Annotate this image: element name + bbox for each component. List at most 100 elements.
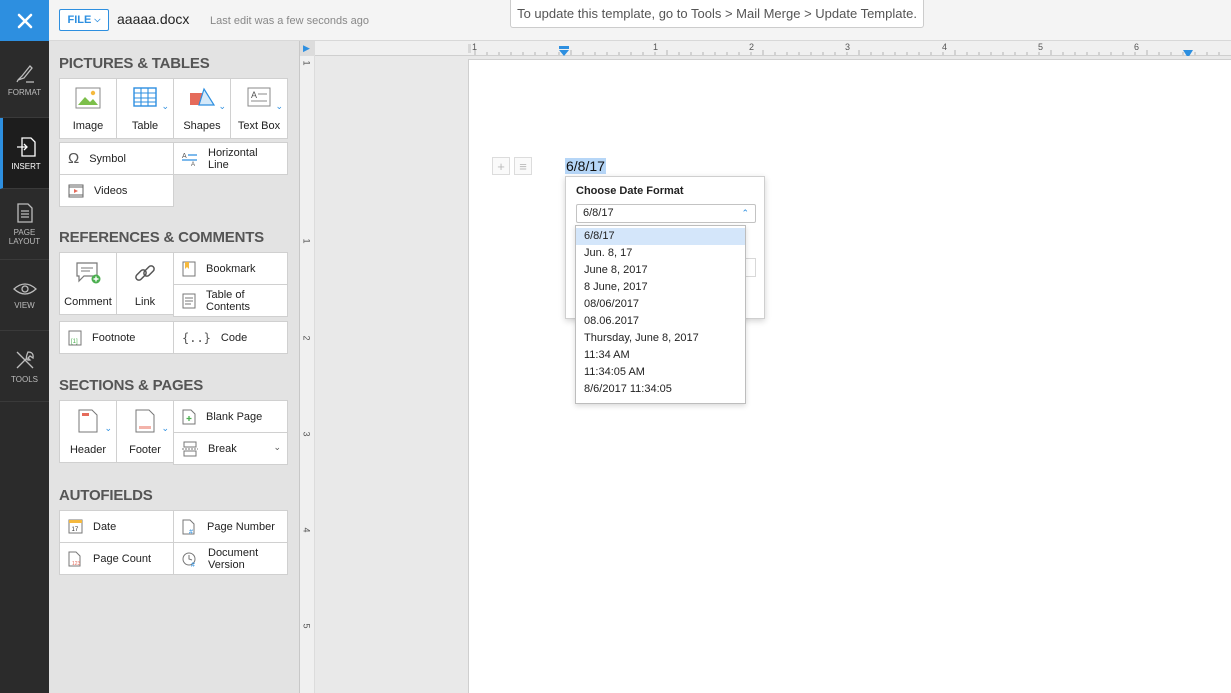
paragraph-menu-icon[interactable]: ≡ [514, 157, 532, 175]
popup-hidden-control [746, 258, 756, 277]
textbox-icon: A [247, 87, 271, 107]
image-icon [75, 87, 101, 109]
date-format-option[interactable]: 8 June, 2017 [576, 279, 745, 296]
rail-page-layout-label: PAGE LAYOUT [8, 228, 41, 246]
insert-page-number-button[interactable]: # Page Number [173, 510, 288, 543]
calendar-icon: 17 [68, 519, 83, 534]
rail-item-view[interactable]: VIEW [0, 260, 49, 331]
insert-toc-button[interactable]: Table of Contents [173, 284, 288, 317]
chevron-down-icon: ⌄ [218, 101, 226, 111]
vertical-ruler[interactable]: 1 1 2 3 4 5 [300, 56, 314, 693]
insert-textbox-button[interactable]: A Text Box ⌄ [230, 78, 288, 139]
insert-footer-button[interactable]: Footer ⌄ [116, 400, 174, 463]
insert-header-button[interactable]: Header ⌄ [59, 400, 117, 463]
code-label: Code [220, 331, 248, 344]
tools-icon [16, 350, 34, 368]
mail-merge-banner: To update this template, go to Tools > M… [510, 0, 924, 28]
rail-item-format[interactable]: FORMAT [0, 41, 49, 118]
insert-document-version-button[interactable]: # Document Version [173, 542, 288, 575]
date-format-select[interactable]: 6/8/17 ⌃ [576, 204, 756, 223]
toc-label-line-1: Table of [206, 288, 245, 301]
videos-label: Videos [94, 184, 128, 197]
omega-icon: Ω [68, 150, 80, 167]
insert-footnote-button[interactable]: [1] Footnote [59, 321, 174, 354]
date-format-option[interactable]: 6/8/17 [576, 228, 745, 245]
file-menu-button[interactable]: FILE ⌵ [59, 9, 109, 31]
rail-item-page-layout[interactable]: PAGE LAYOUT [0, 189, 49, 260]
insert-code-button[interactable]: {..} Code [173, 321, 288, 354]
footer-icon [135, 409, 155, 433]
paragraph-tools: + ≡ [492, 157, 532, 175]
svg-text:#: # [191, 562, 195, 567]
insert-date-button[interactable]: 17 Date [59, 510, 174, 543]
chevron-down-icon: ⌄ [161, 101, 169, 111]
rail-view-label: VIEW [14, 300, 35, 310]
ruler-number: 1 [301, 60, 312, 66]
add-block-icon[interactable]: + [492, 157, 510, 175]
rail-insert-label: INSERT [11, 161, 41, 171]
date-format-option[interactable]: June 8, 2017 [576, 262, 745, 279]
date-format-option[interactable]: 08.06.2017 [576, 313, 745, 330]
footnote-icon: [1] [68, 330, 82, 345]
insert-shapes-button[interactable]: Shapes ⌄ [173, 78, 231, 139]
rail-item-insert[interactable]: INSERT [0, 118, 49, 189]
ruler-toggle-icon[interactable]: ▶ [303, 43, 310, 54]
insert-symbol-button[interactable]: Ω Symbol [59, 142, 174, 175]
document-title[interactable]: aaaaa.docx [117, 11, 189, 27]
inserted-date-field[interactable]: 6/8/17 [565, 158, 606, 174]
ruler-ticks [468, 44, 1220, 55]
ruler-number: 4 [301, 527, 312, 533]
document-version-label-line-1: Document [208, 546, 259, 559]
rail-item-tools[interactable]: TOOLS [0, 331, 49, 402]
insert-image-button[interactable]: Image [59, 78, 117, 139]
ruler-number: 1 [653, 42, 659, 52]
page-number-icon: # [182, 519, 195, 535]
date-format-option[interactable]: 11:34 AM [576, 347, 745, 364]
chevron-down-icon: ⌵ [94, 15, 101, 24]
insert-link-button[interactable]: Link [116, 252, 174, 315]
chevron-down-icon: ⌄ [275, 101, 283, 111]
date-format-option[interactable]: 11:34:05 AM [576, 364, 745, 381]
svg-text:[1]: [1] [71, 339, 78, 345]
date-format-selected: 6/8/17 [583, 207, 614, 219]
link-icon [135, 265, 155, 281]
link-label: Link [134, 296, 156, 308]
toc-label: Table of Contents [206, 289, 250, 313]
bookmark-label: Bookmark [206, 262, 256, 275]
insert-blank-page-button[interactable]: Blank Page [173, 400, 288, 433]
horizontal-line-label-line-2: Line [208, 158, 229, 171]
insert-panel: PICTURES & TABLES Image Table ⌄ Shapes ⌄… [49, 41, 299, 693]
insert-horizontal-line-button[interactable]: AA Horizontal Line [173, 142, 288, 175]
date-format-option[interactable]: 8/6/2017 11:34:05 [576, 381, 745, 398]
date-format-option[interactable]: Thursday, June 8, 2017 [576, 330, 745, 347]
insert-table-button[interactable]: Table ⌄ [116, 78, 174, 139]
horizontal-ruler[interactable]: 1 1 2 3 4 5 6 [315, 41, 1231, 58]
references-comments-heading: REFERENCES & COMMENTS [59, 229, 264, 246]
right-indent-marker[interactable] [1183, 45, 1193, 58]
break-label: Break [208, 442, 237, 455]
date-format-options: 6/8/17 Jun. 8, 17 June 8, 2017 8 June, 2… [575, 225, 746, 404]
footnote-label: Footnote [92, 331, 136, 344]
left-indent-marker[interactable] [559, 43, 569, 56]
insert-bookmark-button[interactable]: Bookmark [173, 252, 288, 285]
page-count-label: Page Count [93, 552, 152, 565]
insert-comment-button[interactable]: Comment [59, 252, 117, 315]
header-label: Header [69, 444, 107, 456]
page-number-label: Page Number [207, 520, 275, 533]
svg-text:17: 17 [72, 527, 79, 533]
insert-videos-button[interactable]: Videos [59, 174, 174, 207]
svg-text:#: # [189, 529, 193, 535]
left-rail: FORMAT INSERT PAGE LAYOUT VIEW TOOLS [0, 0, 49, 693]
horizontal-line-icon: AA [182, 153, 197, 167]
insert-break-button[interactable]: Break ⌄ [173, 432, 288, 465]
insert-page-count-button[interactable]: 123 Page Count [59, 542, 174, 575]
close-button[interactable] [0, 0, 49, 41]
horizontal-line-label-line-1: Horizontal [208, 146, 258, 159]
file-menu-label: FILE [67, 14, 92, 26]
date-format-option[interactable]: Jun. 8, 17 [576, 245, 745, 262]
svg-text:A: A [191, 162, 195, 167]
page-count-icon: 123 [68, 551, 81, 567]
date-format-option[interactable]: 08/06/2017 [576, 296, 745, 313]
ruler-number: 2 [749, 42, 755, 52]
insert-icon [17, 136, 36, 157]
